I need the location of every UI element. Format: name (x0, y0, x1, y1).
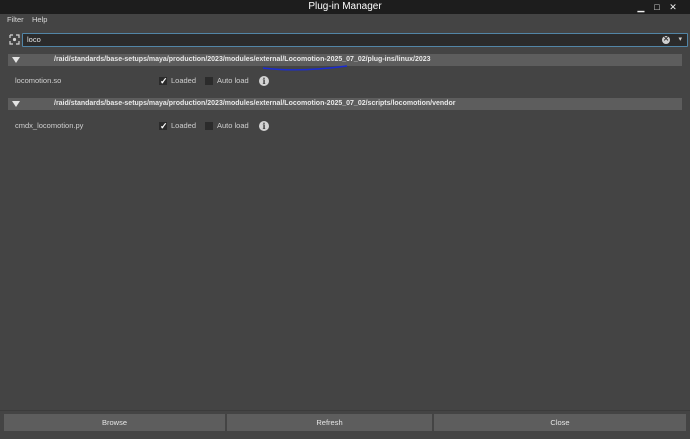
loaded-label: Loaded (171, 76, 197, 85)
plugin-row: locomotion.so Loaded Auto load i (15, 75, 275, 87)
window-title: Plug-in Manager (308, 1, 382, 12)
plugin-manager-window: Plug-in Manager ▁ □ ✕ Filter Help ✕ ▾ /r… (0, 0, 690, 439)
triangle-down-icon[interactable] (12, 57, 20, 63)
window-controls: ▁ □ ✕ (633, 0, 681, 14)
search-history-dropdown-icon[interactable]: ▾ (678, 35, 682, 43)
title-bar: Plug-in Manager ▁ □ ✕ (0, 0, 690, 14)
menu-help[interactable]: Help (32, 14, 47, 26)
plugin-name: cmdx_locomotion.py (15, 121, 84, 130)
section-header-vendor-scripts[interactable]: /raid/standards/base-setups/maya/product… (8, 98, 682, 110)
refresh-button[interactable]: Refresh (227, 414, 432, 431)
underline-annotation (262, 65, 348, 71)
loaded-checkbox[interactable] (159, 75, 168, 87)
close-button[interactable]: Close (434, 414, 686, 431)
info-icon[interactable]: i (259, 76, 269, 86)
section-path: /raid/standards/base-setups/maya/product… (54, 100, 456, 107)
close-window-button[interactable]: ✕ (665, 0, 681, 14)
search-box: ✕ ▾ (22, 33, 688, 47)
maximize-button[interactable]: □ (649, 0, 665, 14)
menu-filter[interactable]: Filter (7, 14, 24, 26)
filter-icon[interactable] (9, 34, 20, 45)
auto-load-label: Auto load (217, 76, 249, 85)
search-row: ✕ ▾ (6, 31, 688, 49)
loaded-checkbox[interactable] (159, 120, 168, 132)
menu-bar: Filter Help (0, 14, 690, 26)
clear-search-icon[interactable]: ✕ (662, 36, 670, 44)
minimize-button[interactable]: ▁ (633, 0, 649, 14)
search-input[interactable] (27, 34, 627, 46)
triangle-down-icon[interactable] (12, 101, 20, 107)
auto-load-checkbox[interactable] (205, 77, 213, 85)
plugin-row: cmdx_locomotion.py Loaded Auto load i (15, 120, 275, 132)
loaded-label: Loaded (171, 121, 197, 130)
info-icon[interactable]: i (259, 121, 269, 131)
auto-load-label: Auto load (217, 121, 249, 130)
divider (0, 410, 690, 411)
plugin-name: locomotion.so (15, 76, 62, 85)
auto-load-checkbox[interactable] (205, 122, 213, 130)
section-path: /raid/standards/base-setups/maya/product… (54, 56, 431, 63)
button-bar: Browse Refresh Close (4, 414, 686, 431)
browse-button[interactable]: Browse (4, 414, 225, 431)
